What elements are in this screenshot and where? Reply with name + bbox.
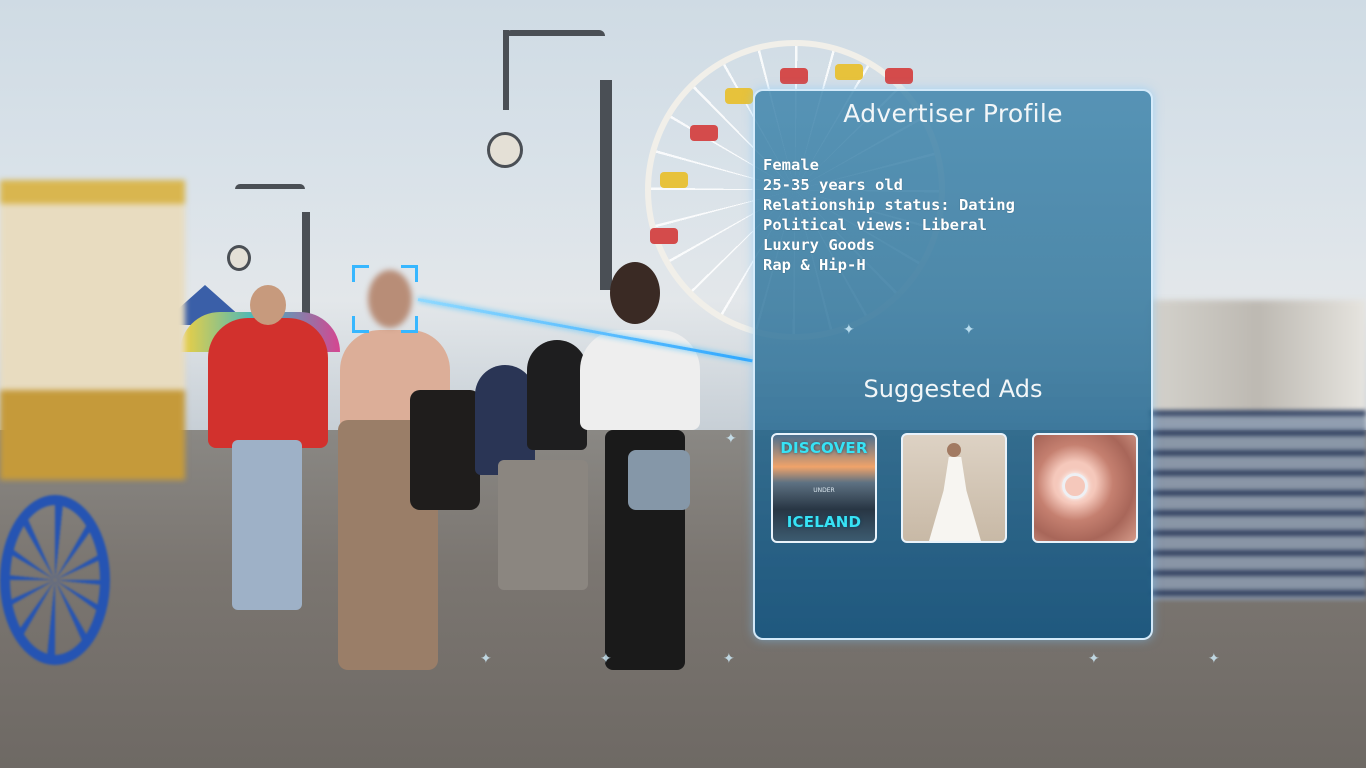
person-head <box>610 262 660 324</box>
sparkle-icon: ✦ <box>725 431 737 447</box>
gondola <box>660 172 688 188</box>
lamp-globe <box>487 132 523 168</box>
ad-iceland-bottom-text: ICELAND <box>786 513 862 531</box>
lamp-globe <box>227 245 251 271</box>
ad-thumbnail-wedding-dress[interactable] <box>901 433 1007 543</box>
person-red-jacket <box>208 318 328 448</box>
dark-coat <box>410 390 480 510</box>
pier-railing <box>1150 410 1366 600</box>
person-red-jacket-legs <box>232 440 302 610</box>
ad-thumbnail-iceland[interactable]: DISCOVER UNDER ICELAND <box>771 433 877 543</box>
profile-gender: Female <box>763 156 819 174</box>
person-legs <box>498 460 588 590</box>
sparkle-icon: ✦ <box>963 322 975 338</box>
frame-corner <box>401 316 418 333</box>
frame-corner <box>352 265 369 282</box>
frame-corner <box>401 265 418 282</box>
sparkle-icon: ✦ <box>600 651 612 667</box>
person-white-tshirt <box>580 330 700 430</box>
ad-thumbnail-ring[interactable] <box>1032 433 1138 543</box>
dress-shape <box>929 457 981 541</box>
gondola <box>780 68 808 84</box>
profile-interest-luxury: Luxury Goods <box>763 236 875 254</box>
ad-iceland-top-text: DISCOVER <box>780 439 868 457</box>
sparkle-icon: ✦ <box>1208 651 1220 667</box>
ring-shape <box>1062 473 1088 499</box>
face-detection-frame-icon <box>352 265 418 333</box>
cart-wheel <box>0 495 110 665</box>
dress-figure <box>947 443 961 457</box>
lamp-post <box>302 212 310 322</box>
frame-corner <box>352 316 369 333</box>
ad-iceland-mid-text: UNDER <box>813 487 835 494</box>
person-black-shirt <box>527 340 587 450</box>
handbag <box>628 450 690 510</box>
sparkle-icon: ✦ <box>1088 651 1100 667</box>
sparkle-icon: ✦ <box>843 322 855 338</box>
lamp-post-arm <box>505 30 605 36</box>
gondola <box>725 88 753 104</box>
gondola <box>835 64 863 80</box>
panel-title: Advertiser Profile <box>843 99 1063 128</box>
person-navy-hoodie <box>475 365 535 475</box>
sparkle-icon: ✦ <box>480 651 492 667</box>
profile-attributes-list: Female 25-35 years old Relationship stat… <box>763 155 1015 275</box>
profile-political: Political views: Liberal <box>763 216 987 234</box>
background-buildings <box>1150 300 1366 420</box>
lamp-post-arm <box>235 184 305 189</box>
street-scene-background: ✦ ✦ ✦ ✦ ✦ ✦ <box>0 0 1366 768</box>
sparkle-icon: ✦ <box>723 651 735 667</box>
suggested-ads-title: Suggested Ads <box>863 375 1043 403</box>
lamp-post <box>600 80 612 290</box>
profile-interest-music: Rap & Hip-H <box>763 256 866 274</box>
gondola <box>885 68 913 84</box>
person-head <box>250 285 286 325</box>
gondola <box>650 228 678 244</box>
food-cart <box>0 180 185 480</box>
lamp-post-arm <box>503 30 509 110</box>
profile-relationship: Relationship status: Dating <box>763 196 1015 214</box>
advertiser-profile-panel: Advertiser Profile Female 25-35 years ol… <box>753 89 1153 640</box>
profile-age: 25-35 years old <box>763 176 903 194</box>
gondola <box>690 125 718 141</box>
